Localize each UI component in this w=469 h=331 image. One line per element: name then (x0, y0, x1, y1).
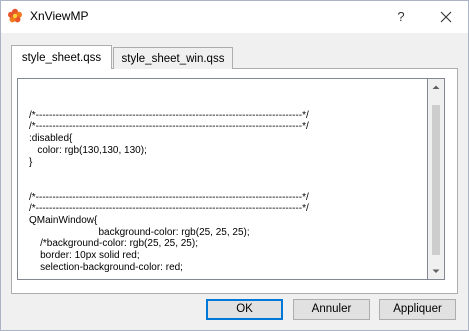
dialog-window: XnViewMP ? style_sheet.qss style_sheet_w… (0, 0, 469, 331)
window-title: XnViewMP (30, 9, 89, 23)
scroll-down-arrow-icon[interactable] (428, 263, 444, 279)
close-button[interactable] (432, 5, 460, 29)
scroll-thumb[interactable] (432, 105, 440, 255)
tab-style-sheet-win[interactable]: style_sheet_win.qss (113, 47, 233, 69)
help-button[interactable]: ? (387, 5, 415, 29)
ok-button[interactable]: OK (206, 299, 283, 320)
tab-style-sheet[interactable]: style_sheet.qss (11, 45, 112, 69)
scroll-up-arrow-icon[interactable] (428, 79, 444, 95)
stylesheet-text[interactable]: /*--------------------------------------… (29, 98, 309, 274)
close-icon (440, 11, 452, 23)
stylesheet-editor[interactable]: /*--------------------------------------… (17, 78, 428, 280)
xnview-flower-icon (7, 8, 23, 24)
vertical-scrollbar[interactable] (428, 78, 445, 280)
apply-button[interactable]: Appliquer (379, 299, 456, 320)
title-bar[interactable]: XnViewMP ? (1, 1, 468, 33)
cancel-button[interactable]: Annuler (293, 299, 370, 320)
